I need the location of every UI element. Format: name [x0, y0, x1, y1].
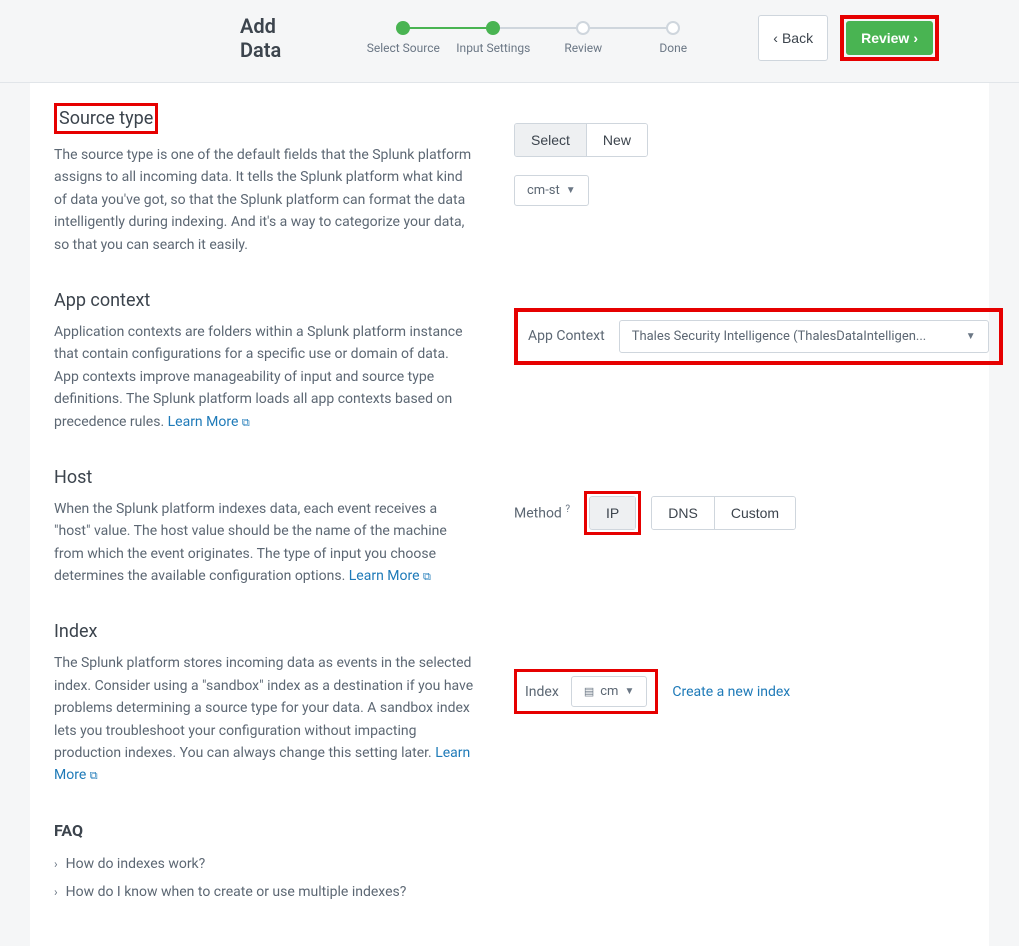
- step-dot-icon: [666, 21, 680, 35]
- app-context-heading: App context: [54, 290, 474, 311]
- chevron-right-icon: ›: [54, 885, 58, 899]
- faq-item[interactable]: › How do indexes work?: [54, 850, 965, 878]
- step-label: Input Settings: [456, 41, 530, 55]
- index-field-label: Index: [525, 684, 559, 700]
- highlight-review: Review ›: [840, 15, 939, 61]
- host-heading: Host: [54, 467, 474, 488]
- review-button-label: Review: [861, 30, 909, 46]
- host-method-dns[interactable]: DNS: [652, 497, 715, 529]
- step-select-source: Select Source: [358, 21, 448, 55]
- index-selected: cm: [600, 684, 618, 699]
- chevron-right-icon: ›: [54, 857, 58, 871]
- nav-buttons: ‹ Back Review ›: [758, 15, 939, 61]
- form-content: Source type The source type is one of th…: [30, 83, 989, 946]
- step-label: Done: [659, 41, 687, 55]
- wizard-steps: Select Source Input Settings Review Done: [358, 21, 718, 55]
- caret-down-icon: ▼: [624, 686, 634, 697]
- review-button[interactable]: Review ›: [846, 21, 933, 55]
- host-method-label: Method ?: [514, 504, 570, 522]
- back-button-label: Back: [782, 30, 813, 46]
- host-method-ip[interactable]: IP: [589, 496, 636, 530]
- faq-heading: FAQ: [54, 821, 965, 840]
- step-dot-icon: [576, 21, 590, 35]
- section-index: Index The Splunk platform stores incomin…: [54, 621, 965, 786]
- index-heading: Index: [54, 621, 474, 642]
- chevron-right-icon: ›: [913, 30, 918, 46]
- source-type-selected: cm-st: [527, 183, 560, 198]
- source-type-select-tab[interactable]: Select: [515, 124, 587, 156]
- source-type-new-tab[interactable]: New: [587, 124, 647, 156]
- highlight-host-ip: IP: [584, 491, 641, 535]
- step-label: Review: [564, 41, 602, 55]
- section-faq: FAQ › How do indexes work? › How do I kn…: [54, 821, 965, 906]
- index-description: The Splunk platform stores incoming data…: [54, 652, 474, 786]
- faq-question: How do I know when to create or use mult…: [66, 884, 407, 900]
- step-connector: [493, 27, 583, 29]
- highlight-source-type-heading: Source type: [54, 103, 158, 134]
- help-icon[interactable]: ?: [565, 504, 570, 515]
- app-context-description: Application contexts are folders within …: [54, 321, 474, 433]
- section-source-type: Source type The source type is one of th…: [54, 103, 965, 256]
- source-type-mode-toggle: Select New: [514, 123, 648, 157]
- back-button[interactable]: ‹ Back: [758, 15, 828, 61]
- wizard-header: Add Data Select Source Input Settings Re…: [0, 0, 1019, 83]
- source-type-heading: Source type: [54, 103, 474, 134]
- caret-down-icon: ▼: [566, 185, 576, 196]
- external-link-icon: ⧉: [242, 416, 250, 429]
- host-description: When the Splunk platform indexes data, e…: [54, 498, 474, 588]
- source-type-dropdown[interactable]: cm-st ▼: [514, 175, 589, 206]
- caret-down-icon: ▼: [966, 331, 976, 342]
- faq-item[interactable]: › How do I know when to create or use mu…: [54, 878, 965, 906]
- step-dot-icon: [396, 21, 410, 35]
- app-context-dropdown[interactable]: Thales Security Intelligence (ThalesData…: [619, 320, 989, 353]
- step-connector: [403, 27, 493, 29]
- chevron-left-icon: ‹: [773, 30, 778, 46]
- step-label: Select Source: [367, 41, 440, 55]
- database-icon: ▤: [584, 685, 594, 698]
- faq-question: How do indexes work?: [66, 856, 206, 872]
- index-dropdown[interactable]: ▤ cm ▼: [571, 676, 648, 707]
- host-learn-more-link[interactable]: Learn More ⧉: [349, 568, 431, 584]
- step-dot-icon: [486, 21, 500, 35]
- source-type-description: The source type is one of the default fi…: [54, 144, 474, 256]
- external-link-icon: ⧉: [90, 769, 98, 782]
- external-link-icon: ⧉: [423, 570, 431, 583]
- highlight-index-field: Index ▤ cm ▼: [514, 669, 658, 714]
- app-context-learn-more-link[interactable]: Learn More ⧉: [168, 414, 250, 430]
- highlight-app-context-field: App Context Thales Security Intelligence…: [514, 308, 1003, 365]
- create-new-index-link[interactable]: Create a new index: [672, 684, 790, 700]
- app-context-selected: Thales Security Intelligence (ThalesData…: [632, 329, 927, 344]
- page-title: Add Data: [240, 14, 308, 62]
- step-connector: [583, 27, 673, 29]
- host-method-custom[interactable]: Custom: [715, 497, 795, 529]
- section-app-context: App context Application contexts are fol…: [54, 290, 965, 433]
- section-host: Host When the Splunk platform indexes da…: [54, 467, 965, 588]
- app-context-field-label: App Context: [528, 328, 605, 344]
